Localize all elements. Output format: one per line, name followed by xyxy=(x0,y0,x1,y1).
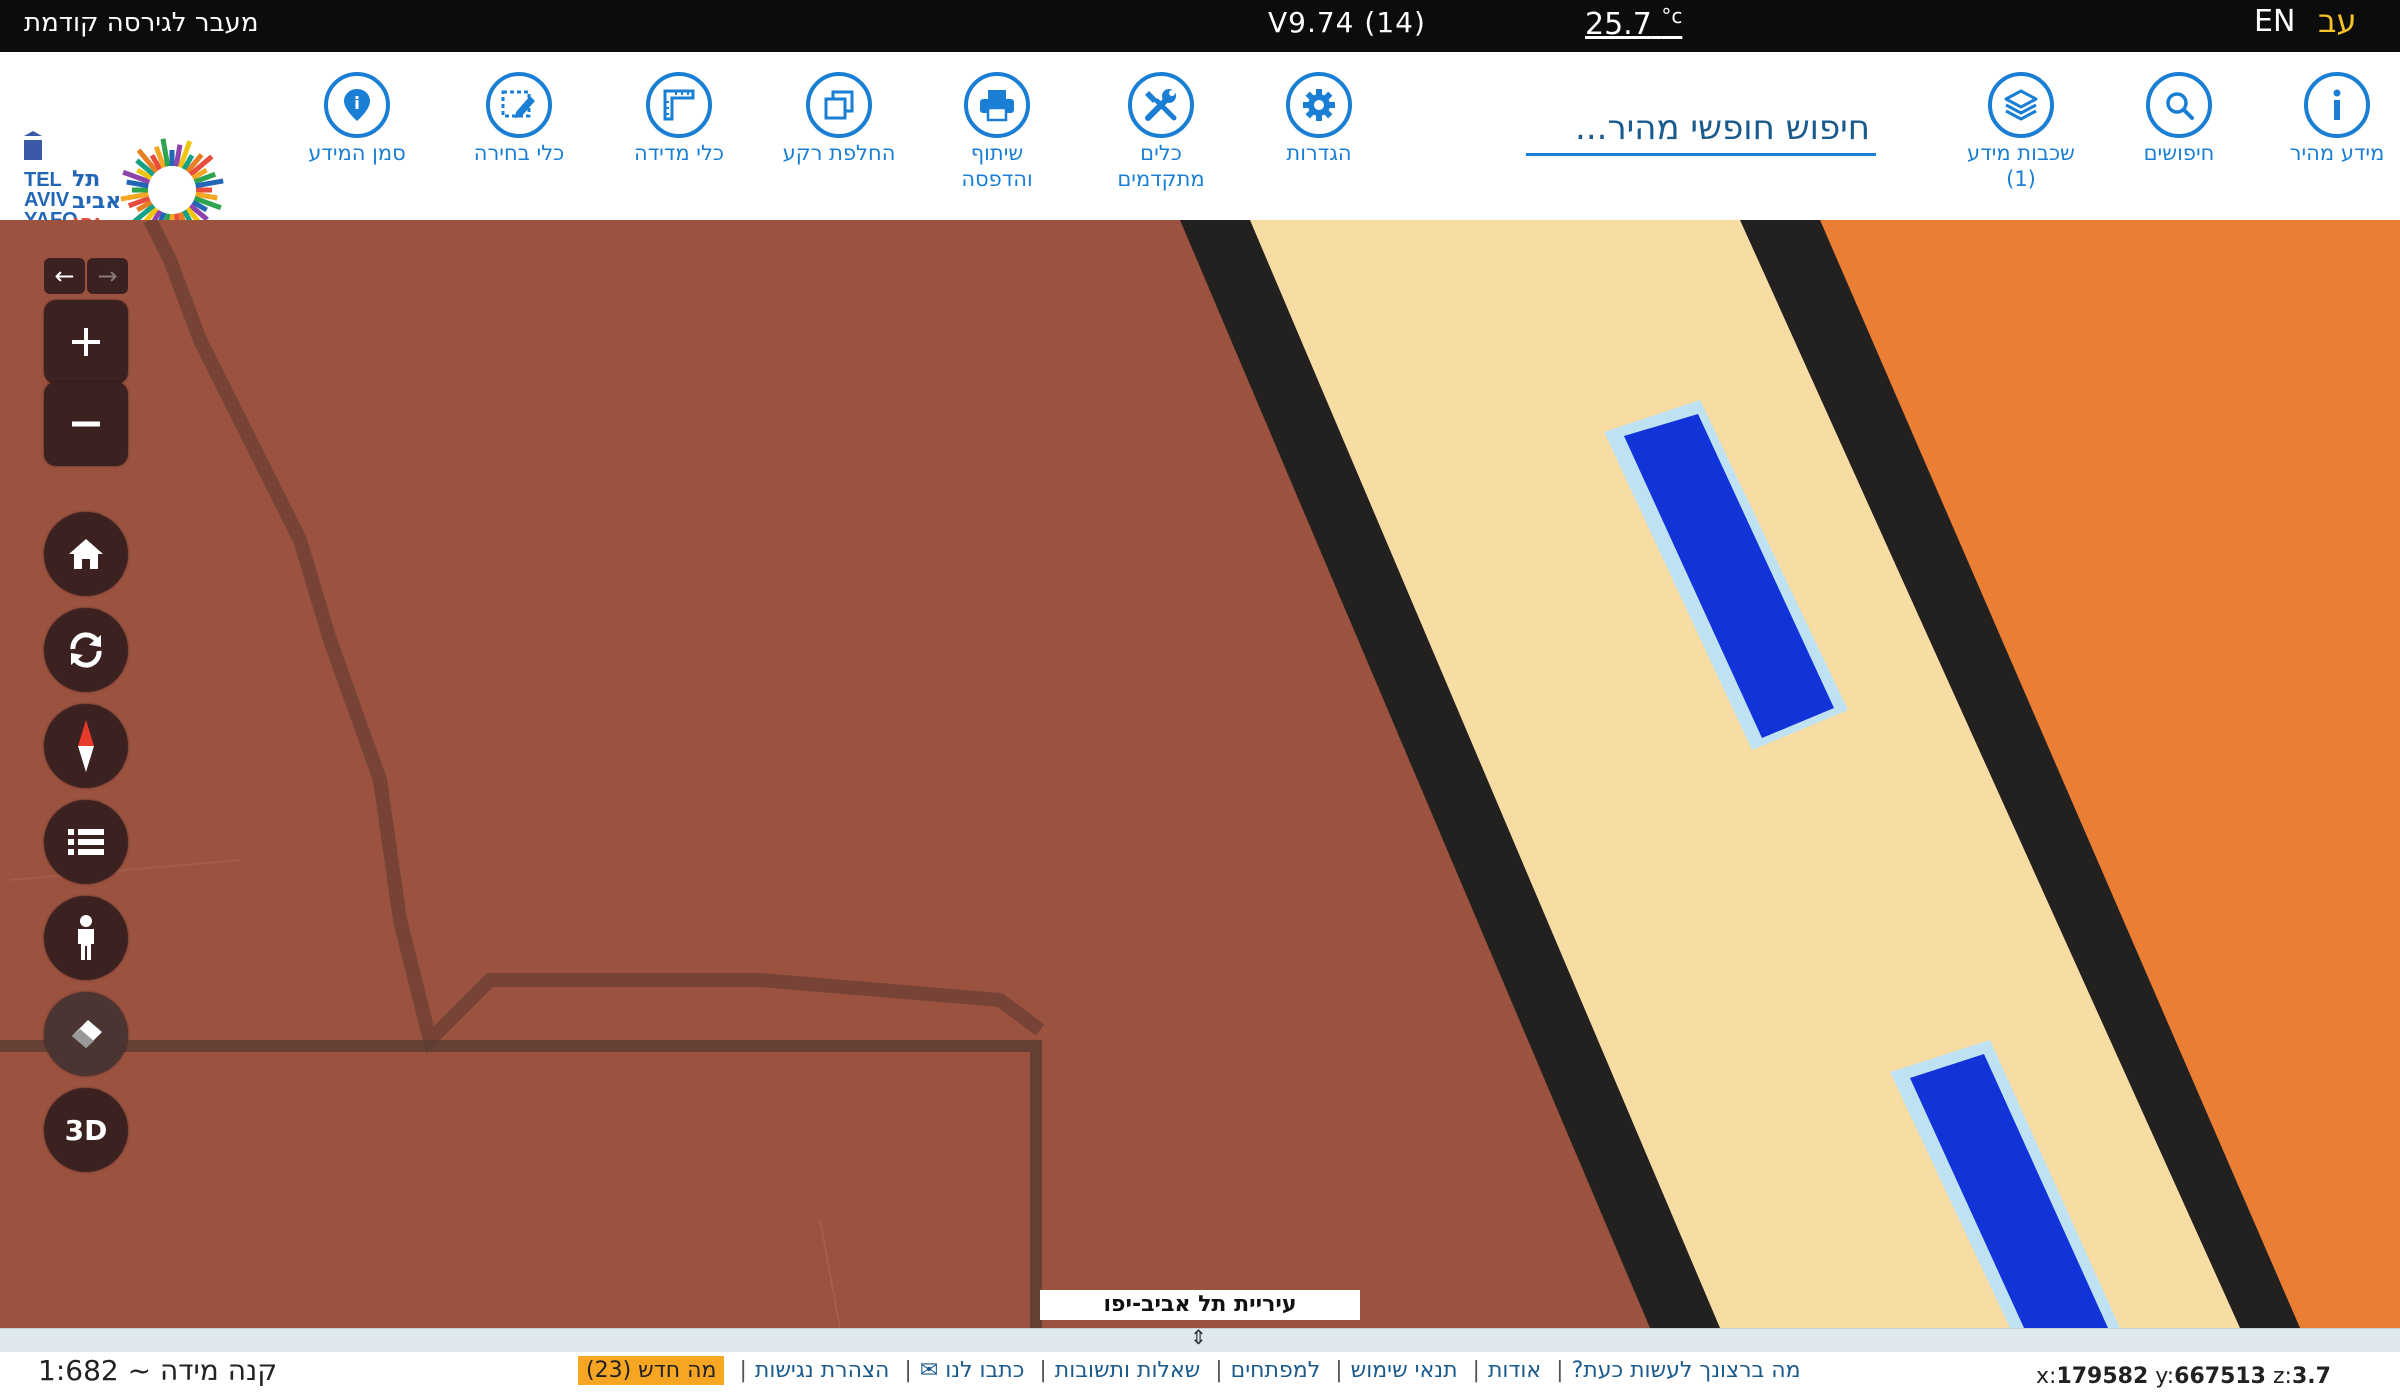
settings-button[interactable]: הגדרות xyxy=(1244,72,1394,166)
basemap-icon xyxy=(806,72,872,138)
quick-info-button[interactable]: מידע מהיר xyxy=(2262,72,2400,166)
main-toolbar: TEL AVIV YAFO תל אביב יפו סמן המידע כלי … xyxy=(0,52,2400,242)
minus-icon xyxy=(72,421,100,427)
compass-icon xyxy=(78,720,94,772)
scale-label: קנה מידה ~ 1:682 xyxy=(38,1354,278,1387)
language-en-button[interactable]: EN xyxy=(2254,4,2295,39)
back-arrow-button[interactable]: ← xyxy=(44,258,85,294)
select-tool-button[interactable]: כלי בחירה xyxy=(444,72,594,166)
logo-emblem-icon xyxy=(24,131,42,160)
street-view-button[interactable] xyxy=(44,896,128,980)
legend-button[interactable] xyxy=(44,800,128,884)
gear-icon xyxy=(1286,72,1352,138)
layers-button[interactable]: שכבות מידע (1) xyxy=(1946,72,2096,192)
searches-button[interactable]: חיפושים xyxy=(2104,72,2254,166)
zoom-in-button[interactable] xyxy=(44,300,128,384)
svg-text:AVIV: AVIV xyxy=(24,189,70,211)
eraser-button[interactable] xyxy=(44,992,128,1076)
plus-icon xyxy=(72,328,100,356)
whats-new-badge[interactable]: מה חדש (23) xyxy=(578,1356,725,1385)
marker-icon xyxy=(324,72,390,138)
footer-link-faq[interactable]: שאלות ותשובות xyxy=(1055,1358,1200,1383)
footer-link-terms[interactable]: תנאי שימוש xyxy=(1351,1358,1458,1383)
collapse-toggle-icon[interactable]: ⇕ xyxy=(1190,1325,1207,1349)
panel-collapse-bar: ⇕ xyxy=(0,1325,2400,1353)
search-icon xyxy=(2146,72,2212,138)
top-bar: מעבר לגירסה קודמת V9.74 (14) 25.7 °c EN … xyxy=(0,0,2400,52)
measure-tool-button[interactable]: כלי מדידה xyxy=(604,72,754,166)
refresh-icon xyxy=(70,632,102,668)
zoom-out-button[interactable] xyxy=(44,382,128,466)
svg-text:TEL: TEL xyxy=(24,169,62,191)
quick-search-input[interactable] xyxy=(1526,102,1876,156)
footer-link-about[interactable]: אודות xyxy=(1488,1358,1541,1383)
version-label: V9.74 (14) xyxy=(1268,6,1426,39)
footer-link-contact[interactable]: כתבו לנו ✉ xyxy=(920,1358,1025,1383)
coordinate-readout: x:179582 y:667513 z:3.7 xyxy=(2036,1364,2331,1389)
map-basemap xyxy=(0,220,2400,1328)
map-canvas[interactable]: ← → 3D עיריית תל אביב-יפו xyxy=(0,220,2400,1328)
language-he-button[interactable]: עב xyxy=(2318,2,2357,40)
previous-version-link[interactable]: מעבר לגירסה קודמת xyxy=(24,8,258,38)
footer-link-accessibility[interactable]: הצהרת נגישות xyxy=(755,1358,890,1383)
marker-tool-button[interactable]: סמן המידע xyxy=(282,72,432,166)
footer-link-developers[interactable]: למפתחים xyxy=(1231,1358,1321,1383)
ruler-icon xyxy=(646,72,712,138)
info-icon xyxy=(2304,72,2370,138)
basemap-switch-button[interactable]: החלפת רקע xyxy=(764,72,914,166)
printer-icon xyxy=(964,72,1030,138)
eraser-icon xyxy=(72,1020,102,1048)
list-icon xyxy=(68,829,104,855)
compass-button[interactable] xyxy=(44,704,128,788)
tools-icon xyxy=(1128,72,1194,138)
3d-button[interactable]: 3D xyxy=(44,1088,128,1172)
map-attribution: עיריית תל אביב-יפו xyxy=(1040,1290,1360,1320)
home-icon xyxy=(69,539,103,569)
advanced-tools-button[interactable]: כלים מתקדמים xyxy=(1086,72,1236,192)
footer-link-what-to-do[interactable]: מה ברצונך לעשות כעת? xyxy=(1572,1358,1801,1383)
footer-links: מה ברצונך לעשות כעת?| אודות| תנאי שימוש|… xyxy=(578,1356,1801,1385)
select-icon xyxy=(486,72,552,138)
layers-icon xyxy=(1988,72,2054,138)
home-button[interactable] xyxy=(44,512,128,596)
forward-arrow-button[interactable]: → xyxy=(87,258,128,294)
history-nav: ← → xyxy=(44,258,128,294)
pegman-icon xyxy=(78,915,94,960)
temperature-display: 25.7 °c xyxy=(1585,4,1683,42)
footer-bar: קנה מידה ~ 1:682 מה ברצונך לעשות כעת?| א… xyxy=(0,1352,2400,1392)
share-print-button[interactable]: שיתוף והדפסה xyxy=(922,72,1072,192)
refresh-button[interactable] xyxy=(44,608,128,692)
